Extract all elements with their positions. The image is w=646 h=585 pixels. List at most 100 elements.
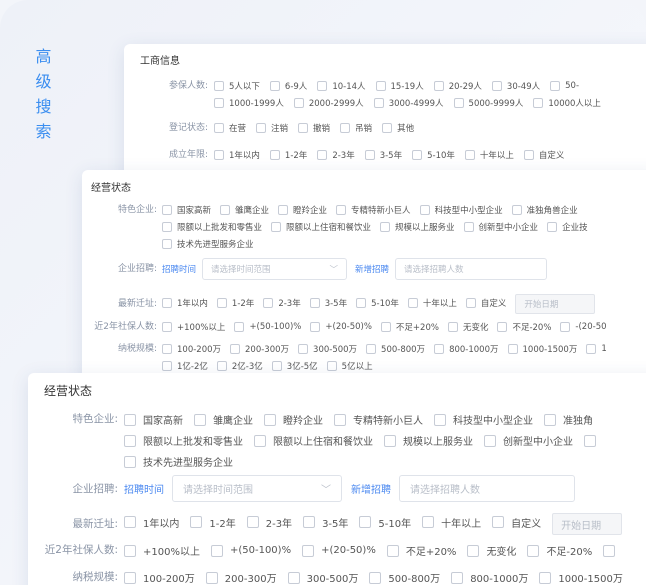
checkbox-option[interactable]: 1-2年 [216, 296, 254, 310]
checkbox-option[interactable]: 500-800万 [366, 342, 425, 356]
checkbox-option[interactable]: 2-3年 [246, 514, 292, 531]
checkbox-option[interactable] [603, 542, 622, 559]
checkbox[interactable] [539, 571, 552, 584]
checkbox-option[interactable]: 技术先进型服务企业 [162, 237, 254, 251]
checkbox[interactable] [463, 222, 474, 232]
recruit-new-input[interactable]: 请选择招聘人数 [399, 475, 575, 502]
checkbox-option[interactable]: 科技型中小型企业 [434, 411, 533, 428]
checkbox[interactable] [373, 98, 384, 108]
checkbox[interactable] [511, 205, 522, 215]
checkbox[interactable] [386, 544, 399, 557]
checkbox-option[interactable]: 限额以上批发和零售业 [162, 220, 262, 234]
checkbox[interactable] [162, 297, 172, 308]
checkbox-option[interactable]: 2-3年 [263, 296, 301, 310]
checkbox[interactable] [263, 297, 274, 308]
checkbox[interactable] [447, 322, 458, 332]
checkbox-option[interactable]: 100-200万 [124, 569, 195, 585]
checkbox[interactable] [162, 222, 172, 232]
checkbox-option[interactable]: +100%以上 [124, 542, 200, 559]
checkbox[interactable] [162, 322, 172, 332]
recruit-new-input[interactable]: 请选择招聘人数 [395, 258, 548, 280]
checkbox[interactable] [434, 413, 446, 426]
checkbox-option[interactable]: 10-14人 [317, 79, 366, 93]
checkbox[interactable] [271, 361, 282, 371]
checkbox[interactable] [269, 150, 280, 160]
checkbox[interactable] [507, 344, 518, 354]
checkbox-option[interactable]: 撤销 [298, 121, 330, 135]
checkbox[interactable] [364, 150, 375, 160]
checkbox[interactable] [124, 544, 136, 557]
checkbox[interactable] [278, 205, 289, 215]
checkbox-option[interactable]: 1-2年 [190, 514, 236, 531]
checkbox-option[interactable]: 500-800万 [369, 569, 440, 585]
checkbox-option[interactable]: 国家高新 [162, 203, 211, 217]
checkbox-option[interactable] [584, 432, 603, 449]
checkbox-option[interactable]: 800-1000万 [434, 342, 499, 356]
checkbox[interactable] [124, 434, 136, 447]
checkbox-option[interactable]: 300-500万 [287, 569, 358, 585]
checkbox[interactable] [380, 222, 391, 232]
checkbox-option[interactable]: 3-5年 [364, 148, 402, 162]
checkbox[interactable] [220, 205, 231, 215]
checkbox-option[interactable]: 1000-1500万 [539, 569, 623, 585]
checkbox-option[interactable]: 2000-2999人 [293, 96, 364, 110]
checkbox-option[interactable]: 不足-20% [527, 542, 592, 559]
checkbox[interactable] [375, 81, 386, 91]
checkbox[interactable] [586, 344, 597, 354]
checkbox-option[interactable]: 1亿-2亿 [162, 359, 208, 373]
checkbox[interactable] [317, 150, 328, 160]
checkbox[interactable] [484, 434, 496, 447]
checkbox[interactable] [287, 571, 300, 584]
checkbox-option[interactable]: +(50-100)% [210, 542, 291, 559]
checkbox[interactable] [162, 239, 172, 249]
checkbox-option[interactable]: 雏鹰企业 [220, 203, 269, 217]
checkbox-option[interactable]: 100-200万 [162, 342, 221, 356]
checkbox-option[interactable]: 企业技 [547, 220, 588, 234]
checkbox[interactable] [210, 544, 223, 557]
checkbox[interactable] [497, 322, 508, 332]
checkbox[interactable] [298, 123, 309, 133]
checkbox[interactable] [162, 205, 172, 215]
start-date-input[interactable]: 开始日期 [515, 294, 596, 314]
checkbox[interactable] [491, 81, 502, 91]
checkbox[interactable] [214, 150, 224, 160]
checkbox[interactable] [603, 544, 616, 557]
checkbox[interactable] [523, 150, 534, 160]
checkbox-option[interactable]: 50- [550, 79, 579, 93]
checkbox[interactable] [271, 222, 282, 232]
checkbox-option[interactable]: 自定义 [492, 514, 541, 531]
checkbox-option[interactable]: 十年以上 [422, 514, 481, 531]
checkbox[interactable] [359, 516, 372, 528]
checkbox[interactable] [309, 297, 320, 308]
checkbox-option[interactable]: 1年以内 [124, 514, 179, 531]
checkbox[interactable] [366, 344, 377, 354]
checkbox-option[interactable]: +(20-50)% [302, 542, 376, 559]
checkbox-option[interactable]: 十年以上 [407, 296, 457, 310]
checkbox-option[interactable]: 1年以内 [214, 148, 260, 162]
checkbox[interactable] [453, 98, 464, 108]
checkbox-option[interactable]: 不足-20% [497, 320, 551, 334]
checkbox[interactable] [230, 344, 241, 354]
checkbox[interactable] [264, 413, 276, 426]
checkbox-option[interactable]: 规模以上服务业 [380, 220, 455, 234]
checkbox-option[interactable]: 专精特新小巨人 [336, 203, 411, 217]
checkbox[interactable] [334, 413, 346, 426]
checkbox[interactable] [205, 571, 218, 584]
checkbox[interactable] [326, 361, 337, 371]
checkbox-option[interactable]: 准独角兽企业 [511, 203, 578, 217]
checkbox[interactable] [544, 413, 556, 426]
checkbox-option[interactable]: 30-49人 [491, 79, 540, 93]
checkbox[interactable] [560, 322, 571, 332]
checkbox-option[interactable]: 瞪羚企业 [264, 411, 323, 428]
checkbox-option[interactable]: 800-1000万 [451, 569, 528, 585]
checkbox[interactable] [214, 123, 224, 133]
checkbox-option[interactable]: 5-10年 [356, 296, 399, 310]
checkbox[interactable] [162, 344, 172, 354]
checkbox[interactable] [356, 297, 367, 308]
checkbox[interactable] [216, 297, 227, 308]
checkbox[interactable] [336, 205, 347, 215]
checkbox-option[interactable]: 专精特新小巨人 [334, 411, 423, 428]
checkbox-option[interactable]: 1000-1500万 [507, 342, 577, 356]
checkbox[interactable] [412, 150, 423, 160]
checkbox[interactable] [124, 455, 136, 468]
